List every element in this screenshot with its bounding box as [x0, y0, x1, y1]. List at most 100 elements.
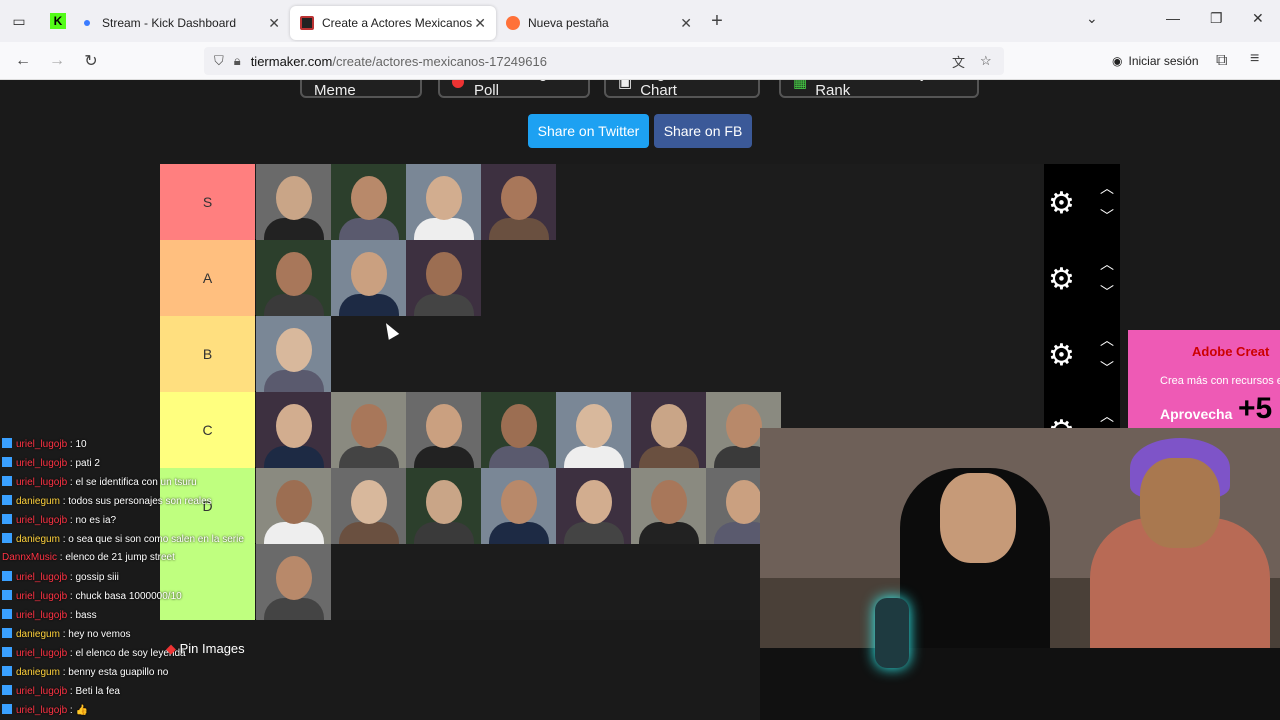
chevron-down-icon[interactable]: ﹀ [1100, 358, 1114, 378]
chat-username: uriel_lugojb [16, 439, 68, 450]
pin-images-button[interactable]: ◆ Pin Images [166, 641, 245, 657]
pin-label: Pin Images [179, 641, 245, 656]
actor-image[interactable] [406, 468, 481, 544]
chat-text: : todos sus personajes son reales [59, 496, 212, 507]
reload-icon[interactable]: ↻ [74, 51, 108, 71]
shield-icon[interactable]: ⛉ [214, 53, 224, 69]
restore-icon[interactable]: ❐ [1210, 10, 1223, 27]
actor-image[interactable] [256, 544, 331, 620]
tab-new[interactable]: Nueva pestaña ✕ [496, 6, 702, 40]
star-icon[interactable]: ☆ [980, 53, 992, 69]
chevron-down-icon[interactable]: ﹀ [1100, 282, 1114, 302]
kick-pinned-tab[interactable]: K [38, 0, 78, 42]
gear-icon[interactable]: ⚙ [1048, 338, 1075, 373]
actor-image[interactable] [481, 468, 556, 544]
live-voting-button[interactable]: Live Voting Poll [438, 80, 590, 99]
url-bar[interactable]: ⛉ 🔒︎ tiermaker.com/create/actores-mexica… [204, 47, 1004, 75]
gear-icon[interactable]: ⚙ [1048, 262, 1075, 297]
actor-body [264, 446, 324, 468]
actor-image[interactable] [556, 392, 631, 468]
chat-message: uriel_lugojb : chuck basa 1000000/10 [2, 590, 182, 602]
actor-face [276, 556, 312, 600]
actor-image[interactable] [406, 240, 481, 316]
actor-image[interactable] [256, 468, 331, 544]
actor-face [276, 252, 312, 296]
chevron-up-icon[interactable]: ︿ [1100, 406, 1114, 426]
extensions-icon[interactable]: ⧉ [1216, 52, 1227, 70]
button-label: Create a Meme [314, 80, 372, 99]
actor-image[interactable] [631, 468, 706, 544]
chat-text: : chuck basa 1000000/10 [67, 591, 182, 602]
chat-username: uriel_lugojb [16, 477, 68, 488]
actor-image[interactable] [331, 164, 406, 240]
close-icon[interactable]: ✕ [474, 15, 486, 32]
chevron-up-icon[interactable]: ︿ [1100, 254, 1114, 274]
actor-image[interactable] [331, 468, 406, 544]
actor-face [351, 176, 387, 220]
chat-message: daniegum : benny esta guapillo no [2, 666, 168, 678]
tier-label[interactable]: A [160, 240, 255, 316]
actor-body [264, 522, 324, 544]
forward-icon[interactable]: → [40, 52, 74, 70]
ad-text: Crea más con recursos e [1160, 375, 1280, 387]
tab-kick-dashboard[interactable]: Stream - Kick Dashboard ✕ [78, 6, 290, 40]
ad-brand: Adobe Creat [1192, 344, 1270, 359]
actor-image[interactable] [481, 164, 556, 240]
minimize-icon[interactable]: — [1166, 10, 1180, 26]
tier-controls: ⚙ ︿ ﹀ [1044, 316, 1120, 392]
share-twitter-button[interactable]: Share on Twitter [528, 114, 649, 148]
nav-bar: ← → ↻ ⛉ 🔒︎ tiermaker.com/create/actores-… [0, 42, 1280, 80]
close-window-icon[interactable]: ✕ [1252, 10, 1264, 27]
chat-text: : benny esta guapillo no [59, 667, 169, 678]
actor-image[interactable] [331, 392, 406, 468]
tier-controls: ⚙ ︿ ﹀ [1044, 240, 1120, 316]
actor-image[interactable] [331, 240, 406, 316]
actor-face [501, 404, 537, 448]
tier-items [256, 164, 1044, 240]
chat-text: : el se identifica con un tsuru [67, 477, 197, 488]
firefox-icon [506, 16, 520, 30]
actor-image[interactable] [406, 392, 481, 468]
chevron-down-icon[interactable]: ⌄ [1086, 10, 1098, 27]
alignment-chart-button[interactable]: ▣ Alignment Chart [604, 80, 760, 99]
close-icon[interactable]: ✕ [680, 15, 692, 32]
tab-list-icon[interactable]: ▭ [0, 0, 38, 42]
actor-image[interactable] [406, 164, 481, 240]
chat-message: uriel_lugojb : no es ia? [2, 514, 116, 526]
actor-body [339, 522, 399, 544]
kick-icon: K [50, 13, 66, 29]
community-rank-button[interactable]: ▦ View Community Rank [779, 80, 979, 99]
lock-icon[interactable]: 🔒︎ [234, 53, 241, 69]
chat-message: uriel_lugojb : Beti la fea [2, 685, 120, 697]
signin-button[interactable]: ◉ Iniciar sesión [1104, 47, 1207, 75]
chevron-down-icon[interactable]: ﹀ [1100, 206, 1114, 226]
create-meme-button[interactable]: Create a Meme [300, 80, 422, 99]
badge-icon [2, 495, 12, 505]
actor-body [639, 522, 699, 544]
actor-face [576, 480, 612, 524]
tab-label: Create a Actores Mexicanos Tie [322, 16, 472, 30]
chevron-up-icon[interactable]: ︿ [1100, 330, 1114, 350]
back-icon[interactable]: ← [6, 52, 40, 70]
actor-image[interactable] [481, 392, 556, 468]
tier-row: B ⚙ ︿ ﹀ [160, 316, 1120, 392]
actor-image[interactable] [556, 468, 631, 544]
actor-image[interactable] [256, 240, 331, 316]
actor-image[interactable] [631, 392, 706, 468]
menu-icon[interactable]: ≡ [1250, 50, 1259, 68]
tier-label[interactable]: S [160, 164, 255, 240]
close-icon[interactable]: ✕ [268, 15, 280, 32]
tier-label[interactable]: B [160, 316, 255, 392]
share-fb-button[interactable]: Share on FB [654, 114, 752, 148]
chevron-up-icon[interactable]: ︿ [1100, 178, 1114, 198]
actor-image[interactable] [256, 392, 331, 468]
gear-icon[interactable]: ⚙ [1048, 186, 1075, 221]
actor-image[interactable] [256, 316, 331, 392]
new-tab-button[interactable]: + [702, 10, 732, 33]
actor-image[interactable] [256, 164, 331, 240]
chat-username: uriel_lugojb [16, 591, 68, 602]
translate-icon[interactable]: 文 [952, 52, 965, 71]
adobe-ad[interactable]: Adobe Creat Crea más con recursos e Apro… [1128, 330, 1280, 430]
chat-message: daniegum : o sea que si son como salen e… [2, 533, 244, 545]
tab-tiermaker[interactable]: Create a Actores Mexicanos Tie ✕ [290, 6, 496, 40]
